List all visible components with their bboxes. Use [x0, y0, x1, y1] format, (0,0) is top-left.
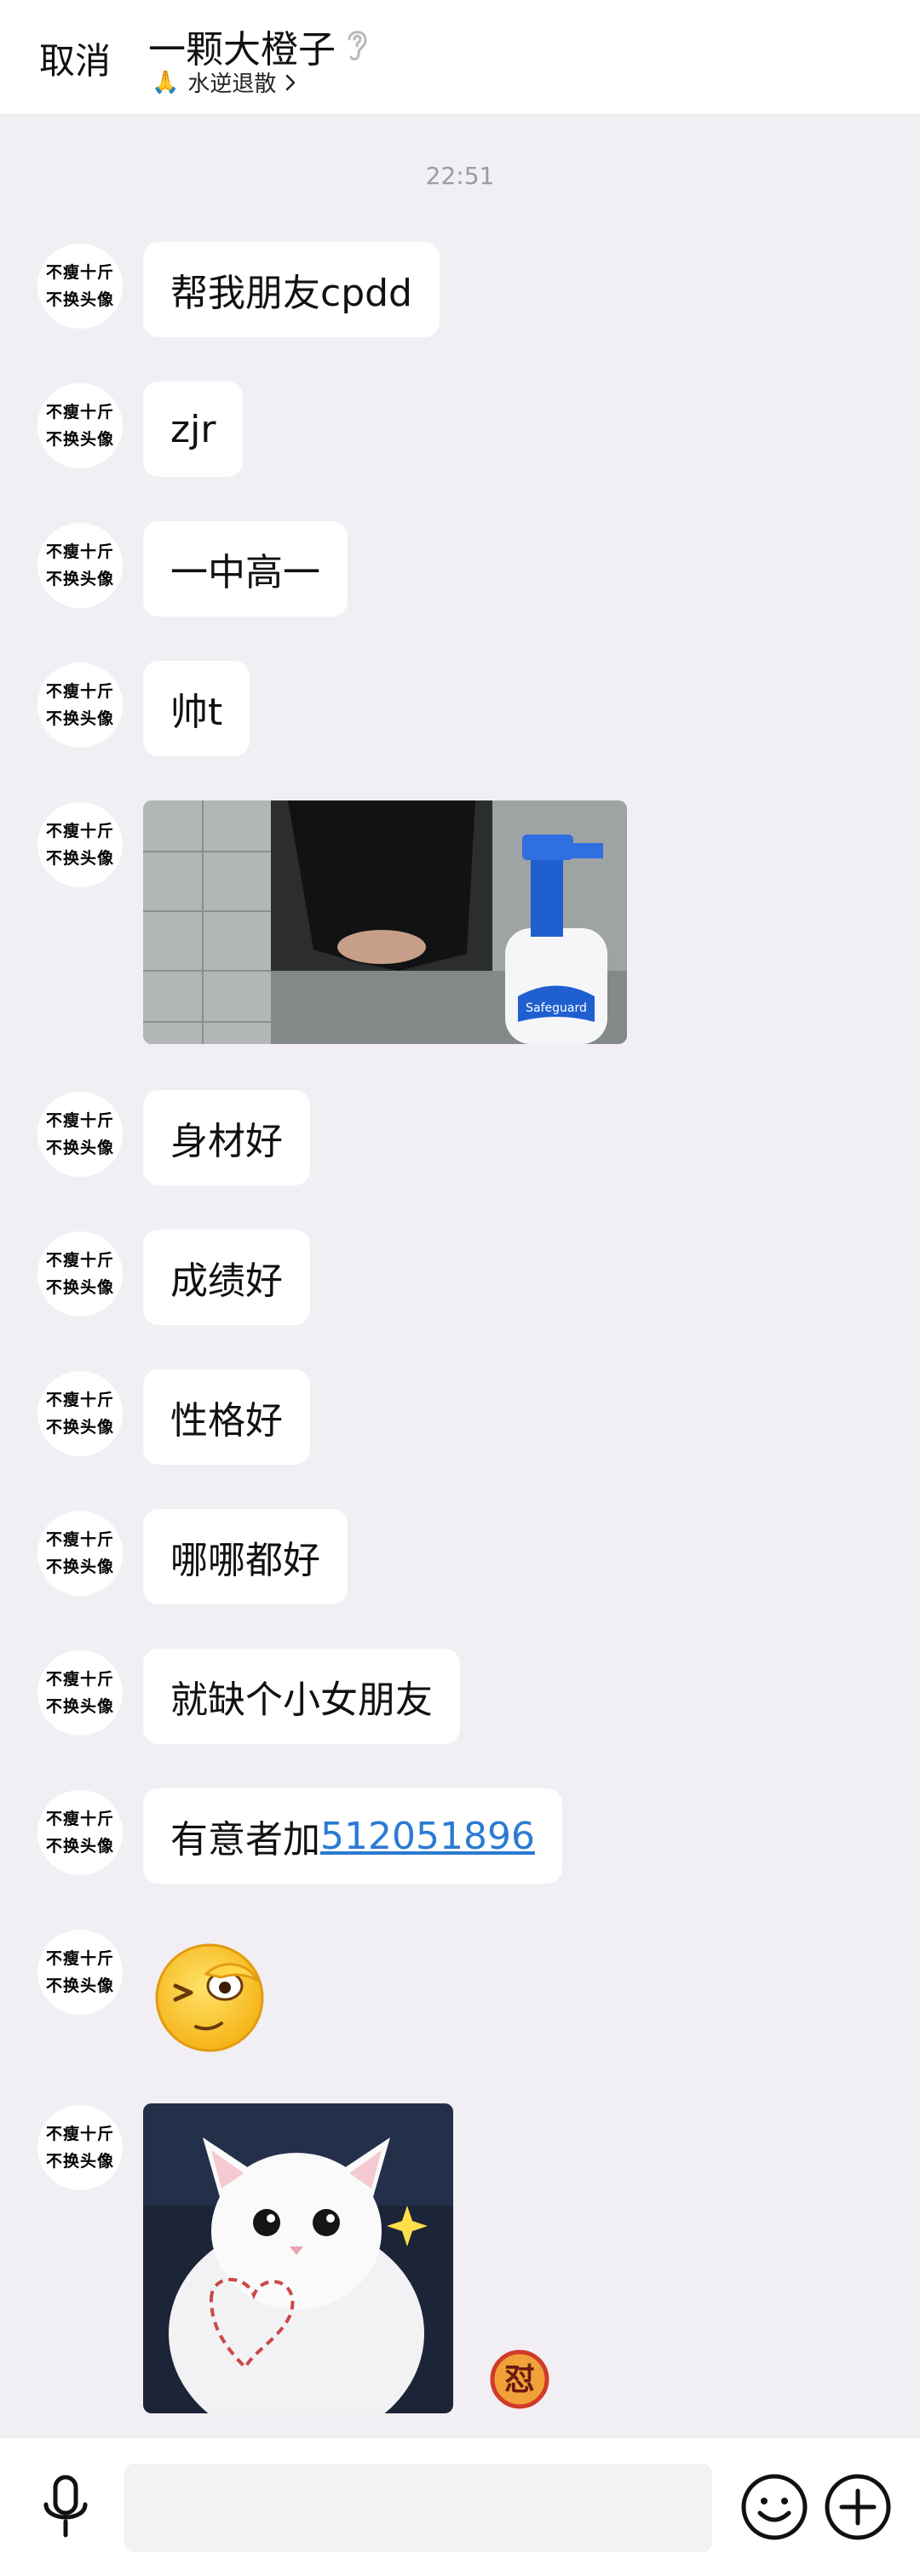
- cancel-button[interactable]: 取消: [39, 32, 111, 84]
- avatar[interactable]: 不瘦十斤 不换头像: [37, 1790, 123, 1875]
- avatar[interactable]: 不瘦十斤 不换头像: [37, 1231, 123, 1317]
- chevron-right-icon: [286, 74, 296, 90]
- message-timestamp: 22:51: [425, 162, 495, 190]
- message-bubble[interactable]: 身材好: [143, 1090, 310, 1185]
- plus-icon[interactable]: [823, 2472, 893, 2542]
- avatar-text-line1: 不瘦十斤: [45, 1810, 114, 1828]
- avatar-text-line1: 不瘦十斤: [45, 1530, 114, 1549]
- pray-icon: 🙏: [152, 69, 180, 95]
- avatar-text-line1: 不瘦十斤: [45, 403, 114, 422]
- avatar-text-line1: 不瘦十斤: [45, 1391, 114, 1409]
- avatar-text-line1: 不瘦十斤: [45, 542, 114, 561]
- message-bubble[interactable]: 性格好: [143, 1369, 310, 1465]
- product-label: Safeguard: [526, 1001, 587, 1015]
- avatar[interactable]: 不瘦十斤 不换头像: [37, 523, 123, 608]
- avatar[interactable]: 不瘦十斤 不换头像: [37, 663, 123, 748]
- avatar[interactable]: 不瘦十斤 不换头像: [37, 1371, 123, 1456]
- ear-icon[interactable]: [342, 26, 371, 63]
- status-line[interactable]: 🙏 水逆退散: [152, 66, 296, 98]
- avatar[interactable]: 不瘦十斤 不换头像: [37, 244, 123, 329]
- avatar-text-line2: 不换头像: [45, 1976, 114, 1995]
- avatar-text-line2: 不换头像: [45, 1837, 114, 1856]
- avatar-text-line2: 不换头像: [45, 1697, 114, 1716]
- avatar-text-line1: 不瘦十斤: [45, 1251, 114, 1270]
- chat-header: 取消 一颗大橙子 🙏 水逆退散: [0, 0, 920, 115]
- avatar-text-line2: 不换头像: [45, 2152, 114, 2171]
- status-text: 水逆退散: [187, 72, 277, 97]
- avatar[interactable]: 不瘦十斤 不换头像: [37, 1092, 123, 1177]
- avatar-text-line2: 不换头像: [45, 1418, 114, 1437]
- qq-number-link[interactable]: 512051896: [320, 1815, 535, 1858]
- avatar-text-line2: 不换头像: [45, 1558, 114, 1576]
- avatar-text-line1: 不瘦十斤: [45, 1111, 114, 1130]
- avatar[interactable]: 不瘦十斤 不换头像: [37, 383, 123, 468]
- message-bubble[interactable]: 就缺个小女朋友: [143, 1649, 460, 1744]
- badge-text: 怼: [504, 2362, 535, 2397]
- salute-emoji[interactable]: [147, 1933, 273, 2059]
- message-bubble[interactable]: 有意者加 512051896: [143, 1788, 562, 1884]
- avatar[interactable]: 不瘦十斤 不换头像: [37, 2105, 123, 2190]
- avatar[interactable]: 不瘦十斤 不换头像: [37, 802, 123, 887]
- avatar-text-line2: 不换头像: [45, 570, 114, 588]
- emoji-icon[interactable]: [739, 2472, 809, 2542]
- reaction-badge[interactable]: 怼: [489, 2349, 550, 2410]
- avatar[interactable]: 不瘦十斤 不换头像: [37, 1650, 123, 1736]
- avatar[interactable]: 不瘦十斤 不换头像: [37, 1511, 123, 1596]
- avatar-text-line1: 不瘦十斤: [45, 1670, 114, 1689]
- message-bubble[interactable]: 一中高一: [143, 521, 348, 617]
- image-message[interactable]: Safeguard: [143, 800, 627, 1044]
- avatar-text-line1: 不瘦十斤: [45, 263, 114, 282]
- message-bubble[interactable]: 帮我朋友cpdd: [143, 242, 440, 337]
- avatar-text-line2: 不换头像: [45, 849, 114, 868]
- avatar-text-line2: 不换头像: [45, 1139, 114, 1157]
- avatar-text-line1: 不瘦十斤: [45, 822, 114, 840]
- avatar-text-line1: 不瘦十斤: [45, 682, 114, 701]
- message-input[interactable]: [124, 2464, 712, 2552]
- message-bubble[interactable]: 哪哪都好: [143, 1509, 348, 1604]
- input-bar: [0, 2437, 920, 2576]
- avatar-text-line2: 不换头像: [45, 709, 114, 728]
- microphone-icon[interactable]: [36, 2472, 95, 2542]
- avatar-text-line2: 不换头像: [45, 290, 114, 309]
- message-bubble[interactable]: 帅t: [143, 661, 250, 756]
- message-bubble[interactable]: zjr: [143, 382, 244, 477]
- message-text: 有意者加: [170, 1818, 320, 1862]
- avatar-text-line1: 不瘦十斤: [45, 1949, 114, 1968]
- avatar-text-line2: 不换头像: [45, 1278, 114, 1297]
- avatar-text-line1: 不瘦十斤: [45, 2125, 114, 2143]
- avatar[interactable]: 不瘦十斤 不换头像: [37, 1930, 123, 2015]
- chat-title[interactable]: 一颗大橙子: [148, 19, 336, 73]
- cat-sticker[interactable]: [143, 2103, 453, 2413]
- avatar-text-line2: 不换头像: [45, 430, 114, 449]
- message-bubble[interactable]: 成绩好: [143, 1230, 310, 1325]
